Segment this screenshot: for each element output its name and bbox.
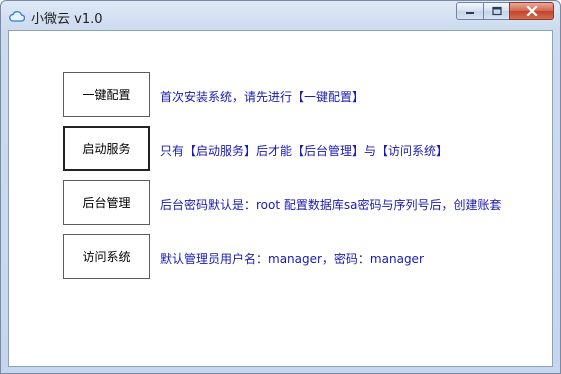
- title-bar[interactable]: 小微云 v1.0: [1, 1, 560, 31]
- visit-system-description: 默认管理员用户名：manager，密码：manager: [160, 252, 424, 266]
- visit-system-button[interactable]: 访问系统: [63, 234, 150, 279]
- one-click-config-description: 首次安装系统，请先进行【一键配置】: [160, 90, 365, 104]
- start-service-button[interactable]: 启动服务: [63, 126, 150, 171]
- close-icon: [525, 6, 538, 16]
- main-panel: 一键配置 首次安装系统，请先进行【一键配置】 启动服务 只有【启动服务】后才能【…: [8, 30, 553, 367]
- maximize-button[interactable]: [483, 2, 509, 20]
- app-window: 小微云 v1.0 一键配置 首次安装系统，请先进行【一键配置】 启动服务 只有【…: [0, 0, 561, 374]
- window-title: 小微云 v1.0: [31, 12, 103, 27]
- window-controls: [456, 2, 554, 21]
- backend-admin-button[interactable]: 后台管理: [63, 180, 150, 225]
- backend-admin-description: 后台密码默认是：root 配置数据库sa密码与序列号后，创建账套: [160, 198, 502, 212]
- maximize-icon: [491, 6, 502, 16]
- minimize-icon: [466, 12, 474, 14]
- minimize-button[interactable]: [456, 2, 483, 20]
- one-click-config-button[interactable]: 一键配置: [63, 72, 150, 117]
- cloud-icon: [9, 11, 25, 22]
- start-service-description: 只有【启动服务】后才能【后台管理】与【访问系统】: [160, 144, 449, 158]
- close-button[interactable]: [509, 2, 554, 20]
